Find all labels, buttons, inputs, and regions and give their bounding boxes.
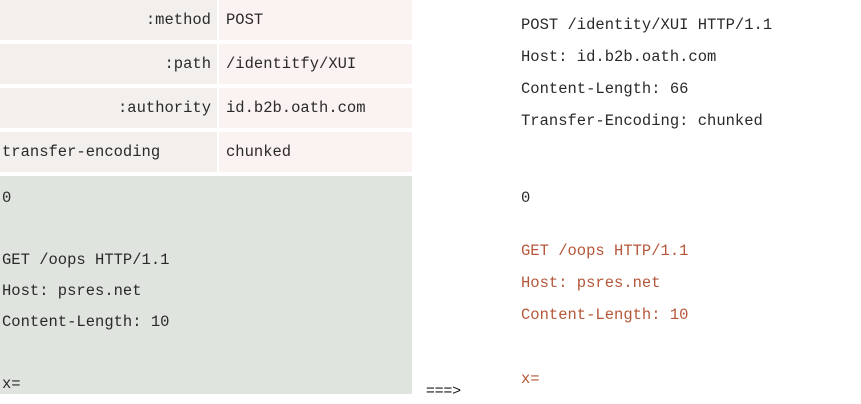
header-name-cell: transfer-encoding (0, 132, 219, 172)
http1-request-panel: POST /identity/XUI HTTP/1.1 Host: id.b2b… (500, 0, 861, 404)
request-line: POST /identity/XUI HTTP/1.1 (521, 16, 773, 34)
header-name-cell: :method (0, 0, 219, 40)
smuggled-host-header: Host: psres.net (521, 274, 661, 292)
http2-body-block: 0 GET /oops HTTP/1.1 Host: psres.net Con… (0, 176, 412, 394)
header-row-method: :method POST (0, 0, 412, 40)
header-value: chunked (226, 143, 292, 161)
smuggled-content-length: Content-Length: 10 (2, 313, 170, 331)
header-name-cell: :authority (0, 88, 219, 128)
header-row-path: :path /identitfy/XUI (0, 44, 412, 84)
trailing-body: x= (2, 375, 21, 393)
header-name-cell: :path (0, 44, 219, 84)
header-value: id.b2b.oath.com (226, 99, 366, 117)
header-name: :path (164, 55, 211, 73)
content-length-header: Content-Length: 66 (521, 80, 689, 98)
smuggled-request-line: GET /oops HTTP/1.1 (2, 251, 170, 269)
header-name: :authority (117, 99, 211, 117)
header-row-authority: :authority id.b2b.oath.com (0, 88, 412, 128)
conversion-arrow: ===> (426, 382, 462, 399)
smuggled-host-header: Host: psres.net (2, 282, 142, 300)
header-name: transfer-encoding (2, 143, 161, 161)
smuggled-content-length: Content-Length: 10 (521, 306, 689, 324)
transfer-encoding-header: Transfer-Encoding: chunked (521, 112, 763, 130)
host-header: Host: id.b2b.oath.com (521, 48, 717, 66)
http2-request-panel: :method POST :path /identitfy/XUI :autho… (0, 0, 412, 404)
header-value: /identitfy/XUI (226, 55, 357, 73)
chunk-terminator: 0 (521, 189, 531, 207)
trailing-body: x= (521, 370, 540, 388)
chunk-terminator: 0 (2, 189, 12, 207)
header-row-transfer-encoding: transfer-encoding chunked (0, 132, 412, 172)
smuggled-request-line: GET /oops HTTP/1.1 (521, 242, 689, 260)
header-name: :method (145, 11, 211, 29)
header-value: POST (226, 11, 264, 29)
